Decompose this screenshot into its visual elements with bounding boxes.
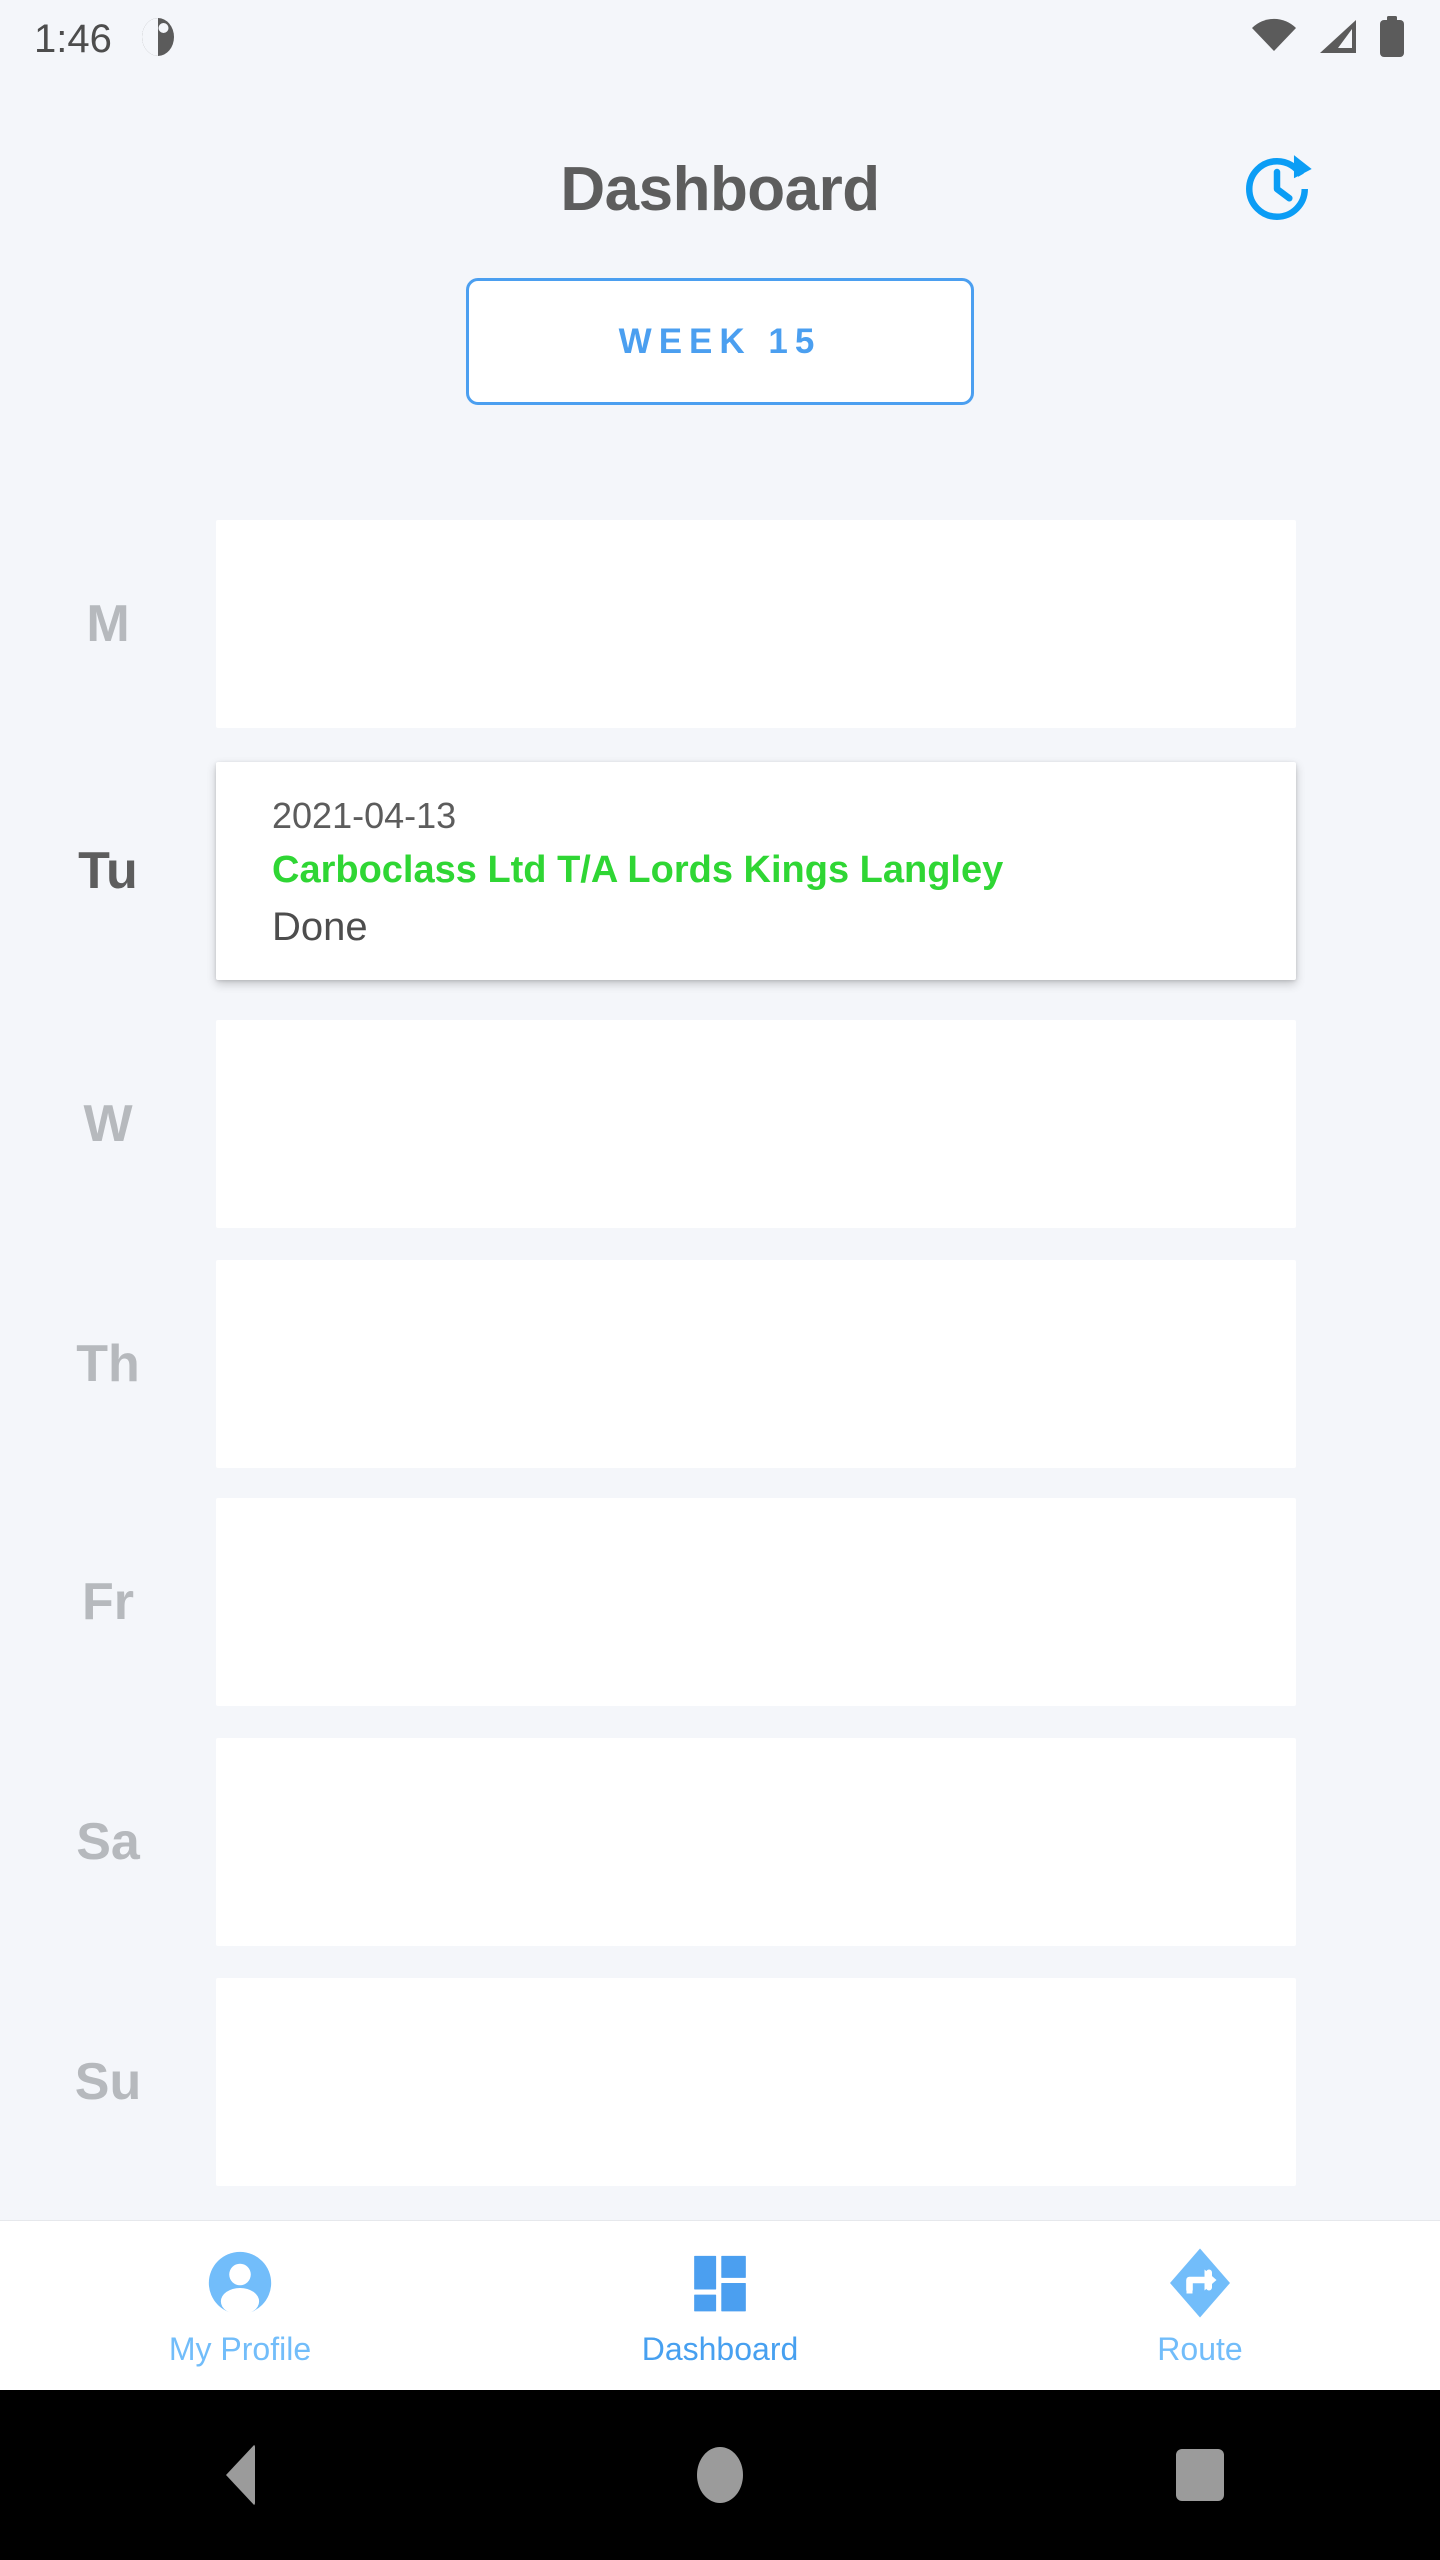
notification-dot-icon — [138, 17, 178, 62]
dashboard-grid-icon — [689, 2247, 751, 2319]
day-row[interactable]: Fr — [0, 1498, 1440, 1706]
job-status: Done — [272, 904, 368, 949]
cellular-signal-icon — [1316, 17, 1360, 62]
update-history-button[interactable] — [1238, 152, 1316, 230]
day-label-fr: Fr — [82, 1573, 134, 1631]
empty-day-card[interactable] — [216, 1498, 1296, 1706]
job-date: 2021-04-13 — [272, 795, 457, 836]
home-circle-icon — [697, 2447, 743, 2503]
android-recents-button[interactable] — [960, 2390, 1440, 2560]
day-label-m: M — [86, 595, 130, 653]
app-header: Dashboard — [0, 130, 1440, 250]
status-bar-right — [1250, 15, 1406, 63]
week-selector-button[interactable]: WEEK 15 — [466, 278, 974, 405]
app-screen: 1:46 Dashboard WEEK 15 M Tu 2021-04-13 C… — [0, 0, 1440, 2560]
bottom-navigation: My Profile Dashboard Route — [0, 2220, 1440, 2390]
wifi-icon — [1250, 17, 1298, 62]
nav-label-dashboard: Dashboard — [641, 2330, 799, 2367]
day-label-su: Su — [74, 2053, 142, 2111]
day-row[interactable]: Tu 2021-04-13 Carboclass Ltd T/A Lords Kin… — [0, 762, 1440, 980]
empty-day-card[interactable] — [216, 1978, 1296, 2186]
battery-full-icon — [1378, 15, 1406, 63]
nav-item-my-profile[interactable]: My Profile — [0, 2221, 480, 2390]
back-triangle-icon — [225, 2444, 255, 2506]
day-label-sa: Sa — [76, 1813, 140, 1871]
page-title: Dashboard — [560, 155, 880, 224]
update-history-icon — [1240, 152, 1314, 231]
recents-square-icon — [1176, 2449, 1224, 2501]
empty-day-card[interactable] — [216, 1260, 1296, 1468]
empty-day-card[interactable] — [216, 520, 1296, 728]
status-bar-left: 1:46 — [34, 17, 178, 62]
day-label-tu: Tu — [78, 842, 138, 900]
day-row[interactable]: Su — [0, 1978, 1440, 2186]
week-selector-label: WEEK 15 — [618, 321, 822, 361]
day-label-w: W — [83, 1095, 133, 1153]
android-back-button[interactable] — [0, 2390, 480, 2560]
nav-label-my-profile: My Profile — [168, 2330, 312, 2367]
day-row[interactable]: M — [0, 520, 1440, 728]
navigation-diamond-icon — [1164, 2247, 1236, 2319]
android-system-nav — [0, 2390, 1440, 2560]
empty-day-card[interactable] — [216, 1738, 1296, 1946]
nav-item-route[interactable]: Route — [960, 2221, 1440, 2390]
job-card[interactable]: 2021-04-13 Carboclass Ltd T/A Lords Kings… — [216, 762, 1296, 980]
android-home-button[interactable] — [480, 2390, 960, 2560]
account-circle-icon — [206, 2247, 274, 2319]
nav-item-dashboard[interactable]: Dashboard — [480, 2221, 960, 2390]
day-row[interactable]: Sa — [0, 1738, 1440, 1946]
status-clock: 1:46 — [34, 17, 112, 61]
empty-day-card[interactable] — [216, 1020, 1296, 1228]
day-row[interactable]: Th — [0, 1260, 1440, 1468]
day-label-th: Th — [76, 1335, 140, 1393]
nav-label-route: Route — [1157, 2330, 1243, 2367]
status-bar: 1:46 — [0, 0, 1440, 78]
day-row[interactable]: W — [0, 1020, 1440, 1228]
week-schedule-list: M Tu 2021-04-13 Carboclass Ltd T/A Lords Ki… — [0, 520, 1440, 2220]
job-title: Carboclass Ltd T/A Lords Kings Langley — [272, 848, 1004, 891]
